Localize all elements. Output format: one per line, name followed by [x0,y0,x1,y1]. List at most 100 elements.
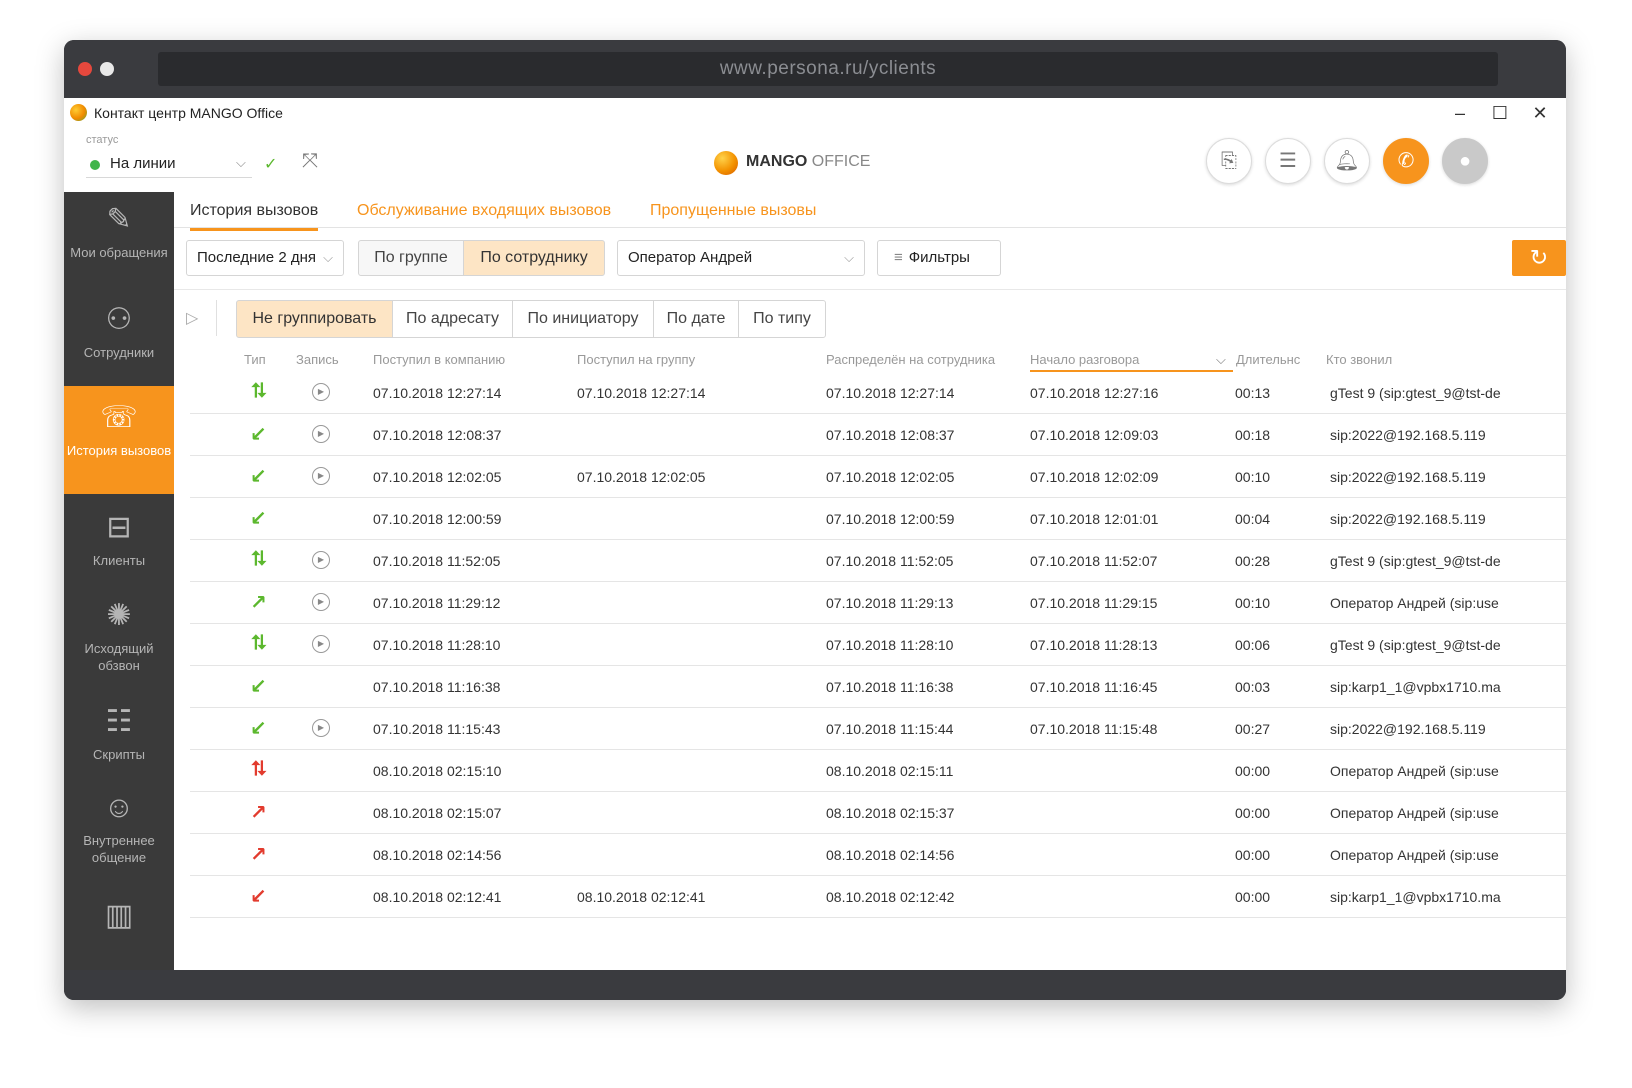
phone-icon: ✆ [1397,150,1415,172]
hangup-icon[interactable]: ⤧ [302,150,318,173]
sidebar-item-scripts[interactable]: ☷ Скрипты [64,702,174,782]
cell-employee: 07.10.2018 11:15:44 [826,721,954,737]
play-recording-icon[interactable]: ▶ [312,719,330,737]
close-button[interactable]: ✕ [1520,100,1560,126]
tab-incoming-service[interactable]: Обслуживание входящих вызовов [357,202,611,228]
cell-employee: 07.10.2018 11:52:05 [826,553,954,569]
col-record[interactable]: Запись [296,352,339,367]
cell-caller: sip:2022@192.168.5.119 [1330,469,1486,485]
sidebar-item-stats[interactable]: ▥ [64,896,174,956]
refresh-button[interactable]: ↻ [1512,240,1566,276]
list-icon: ☰ [1279,150,1297,172]
table-row[interactable]: ↗ 08.10.2018 02:14:56 08.10.2018 02:14:56 0… [190,834,1566,876]
table-row[interactable]: ↙ 08.10.2018 02:12:41 08.10.2018 02:12:41 0… [190,876,1566,918]
cell-employee: 08.10.2018 02:14:56 [826,847,955,863]
sidebar-item-internal-chat[interactable]: ☺ Внутреннее общение [64,788,174,878]
play-recording-icon[interactable]: ▶ [312,635,330,653]
operator-select[interactable]: Оператор Андрей ⌵ [617,240,865,276]
cell-company: 07.10.2018 12:27:14 [373,385,502,401]
phone-ready-icon[interactable]: ✓ [264,154,277,174]
call-button[interactable]: ✆ [1383,138,1429,184]
address-bar[interactable]: www.persona.ru/yclients [158,52,1498,86]
filters-button[interactable]: ≡ Фильтры [877,240,1001,276]
period-value: Последние 2 дня [197,249,316,266]
col-start[interactable]: Начало разговора [1030,352,1139,367]
table-row[interactable]: ↗ 08.10.2018 02:15:07 08.10.2018 02:15:37 0… [190,792,1566,834]
close-dot[interactable] [78,62,92,76]
cell-employee: 08.10.2018 02:15:37 [826,805,955,821]
minimize-button[interactable]: – [1440,100,1480,126]
cell-caller: Оператор Андрей (sip:use [1330,763,1499,779]
notifications-button[interactable]: 🔔︎ [1324,138,1370,184]
col-employee[interactable]: Распределён на сотрудника [826,352,995,367]
by-group-button[interactable]: По группе [358,240,464,276]
group-by-type-button[interactable]: По типу [738,300,826,338]
cell-group: 07.10.2018 12:27:14 [577,385,706,401]
table-row[interactable]: ↙ 07.10.2018 12:00:59 07.10.2018 12:00:59 0… [190,498,1566,540]
cell-company: 08.10.2018 02:14:56 [373,847,502,863]
col-caller[interactable]: Кто звонил [1326,352,1392,367]
play-recording-icon[interactable]: ▶ [312,467,330,485]
table-row[interactable]: ⮁ ▶ 07.10.2018 12:27:14 07.10.2018 12:27:14… [190,372,1566,414]
sidebar-item-label: Скрипты [93,747,145,762]
table-row[interactable]: ⮁ 08.10.2018 02:15:10 08.10.2018 02:15:11 0… [190,750,1566,792]
col-group[interactable]: Поступил на группу [577,352,695,367]
play-recording-icon[interactable]: ▶ [312,425,330,443]
table-row[interactable]: ↙ ▶ 07.10.2018 11:15:43 07.10.2018 11:15:44… [190,708,1566,750]
app-window: Контакт центр MANGO Office – ☐ ✕ статус … [64,98,1566,970]
cell-employee: 07.10.2018 12:00:59 [826,511,955,527]
play-recording-icon[interactable]: ▶ [312,551,330,569]
clipboard-button[interactable]: ⎘ [1206,138,1252,184]
cell-duration: 00:10 [1235,595,1271,611]
sort-chevron-icon[interactable]: ⌵ [1216,352,1226,368]
clients-icon: ⊟ [106,511,132,544]
cell-duration: 00:28 [1235,553,1271,569]
cell-start: 07.10.2018 11:29:15 [1030,595,1158,611]
sidebar: ✎ Мои обращения ⚇ Сотрудники ☏ История в… [64,192,174,970]
avatar[interactable]: ● [1442,138,1488,184]
cell-employee: 07.10.2018 12:27:14 [826,385,955,401]
table-row[interactable]: ↗ ▶ 07.10.2018 11:29:12 07.10.2018 11:29:13… [190,582,1566,624]
table-row[interactable]: ↙ 07.10.2018 11:16:38 07.10.2018 11:16:38 0… [190,666,1566,708]
brand-main: MANGO [746,153,808,170]
sidebar-item-requests[interactable]: ✎ Мои обращения [64,200,174,290]
cell-employee: 08.10.2018 02:15:11 [826,763,954,779]
sidebar-item-clients[interactable]: ⊟ Клиенты [64,508,174,588]
col-company[interactable]: Поступил в компанию [373,352,505,367]
group-by-date-button[interactable]: По дате [653,300,739,338]
table-row[interactable]: ↙ ▶ 07.10.2018 12:02:05 07.10.2018 12:02:05… [190,456,1566,498]
list-button[interactable]: ☰ [1265,138,1311,184]
sidebar-item-call-history[interactable]: ☏ История вызовов [64,386,174,494]
table-row[interactable]: ⮁ ▶ 07.10.2018 11:28:10 07.10.2018 11:28:10… [190,624,1566,666]
play-recording-icon[interactable]: ▶ [312,383,330,401]
window-title: Контакт центр MANGO Office [94,105,283,121]
sidebar-item-outbound[interactable]: ✺ Исходящий обзвон [64,596,174,686]
incoming-call-icon: ↙ [250,424,267,446]
user-icon: ● [1458,150,1472,172]
group-by-initiator-button[interactable]: По инициатору [512,300,654,338]
maximize-button[interactable]: ☐ [1480,100,1520,126]
divider [216,300,217,336]
col-type[interactable]: Тип [244,352,266,367]
cell-company: 07.10.2018 11:29:12 [373,595,501,611]
status-select[interactable]: На линии ⌵ [86,152,252,178]
period-select[interactable]: Последние 2 дня ⌵ [186,240,344,276]
table-row[interactable]: ⮁ ▶ 07.10.2018 11:52:05 07.10.2018 11:52:05… [190,540,1566,582]
tab-missed-calls[interactable]: Пропущенные вызовы [650,202,816,228]
group-by-recipient-button[interactable]: По адресату [392,300,513,338]
play-recording-icon[interactable]: ▶ [312,593,330,611]
expand-icon[interactable]: ▷ [186,308,198,328]
cell-caller: sip:karp1_1@vpbx1710.ma [1330,679,1501,695]
sidebar-item-employees[interactable]: ⚇ Сотрудники [64,300,174,380]
status-area: статус [86,134,118,146]
incoming-call-icon: ↙ [250,886,267,908]
minimize-dot[interactable] [100,62,114,76]
tab-call-history[interactable]: История вызовов [190,202,319,231]
stats-icon: ▥ [104,899,134,932]
cell-duration: 00:03 [1235,679,1271,695]
group-none-button[interactable]: Не группировать [236,300,393,338]
table-row[interactable]: ↙ ▶ 07.10.2018 12:08:37 07.10.2018 12:08:37… [190,414,1566,456]
by-employee-button[interactable]: По сотруднику [463,240,605,276]
filters-label: Фильтры [908,249,970,266]
col-duration[interactable]: Длительнс [1236,352,1304,367]
